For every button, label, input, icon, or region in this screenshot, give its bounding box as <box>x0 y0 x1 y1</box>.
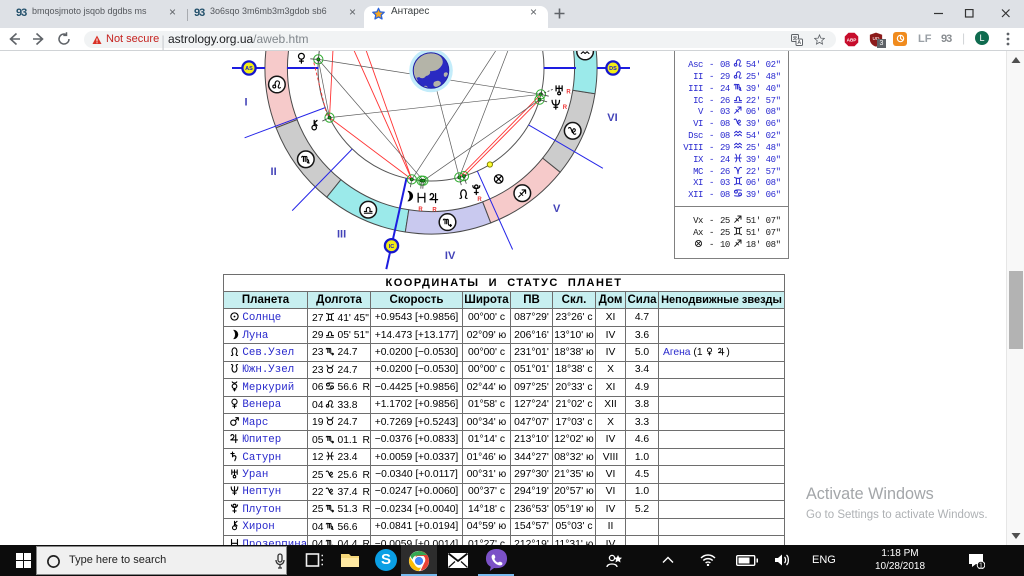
svg-text:R: R <box>477 197 482 203</box>
svg-text:I: I <box>244 97 247 109</box>
svg-text:R: R <box>432 208 437 214</box>
svg-text:R: R <box>563 105 568 111</box>
svg-text:II: II <box>271 166 277 178</box>
svg-text:R: R <box>418 207 423 213</box>
svg-text:R: R <box>566 90 571 96</box>
svg-text:III: III <box>337 228 346 240</box>
svg-text:ABP: ABP <box>847 37 857 42</box>
svg-text:V: V <box>553 203 561 215</box>
svg-text:1: 1 <box>979 563 983 569</box>
svg-text:IV: IV <box>445 250 456 262</box>
svg-text:AS: AS <box>245 66 253 72</box>
svg-text:DS: DS <box>609 66 617 72</box>
svg-text:IC: IC <box>389 244 395 250</box>
svg-text:VI: VI <box>607 112 617 124</box>
